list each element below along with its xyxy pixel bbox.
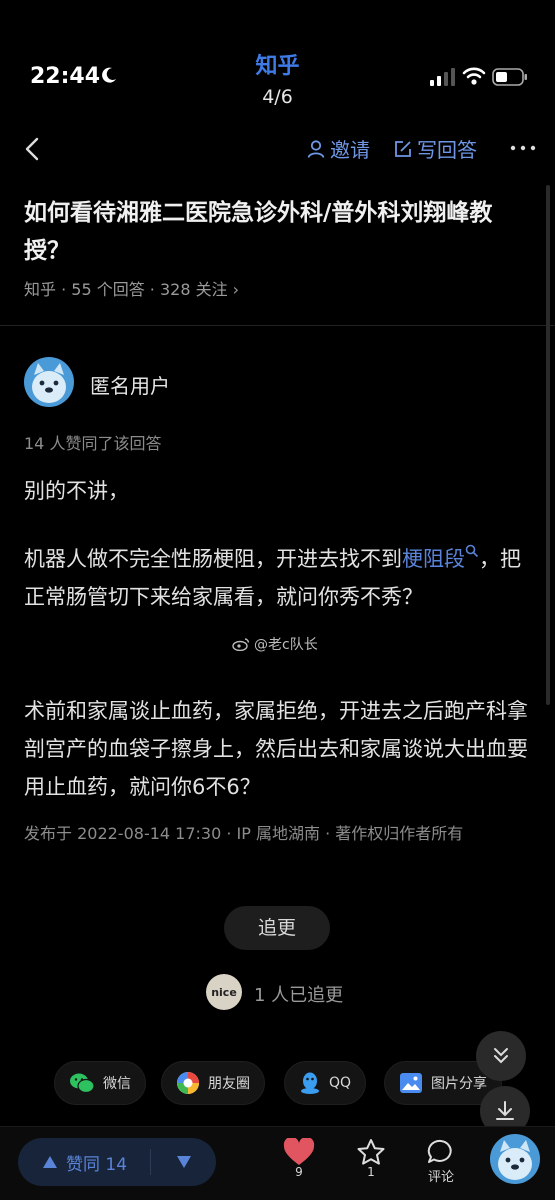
share-image-label: 图片分享 <box>431 1076 487 1092</box>
answer-paragraph-2: 机器人做不完全性肠梗阻，开进去找不到梗阻段 ，把正常肠管切下来给家属看，就问你秀不… <box>24 540 534 616</box>
upvote-icon <box>43 1156 57 1168</box>
answer-text: 机器人做不完全性肠梗阻，开进去找不到 <box>24 547 402 571</box>
upvote-button[interactable]: 赞同 14 <box>18 1150 150 1175</box>
question-meta[interactable]: 知乎 · 55 个回答 · 328 关注 › <box>24 276 239 300</box>
author-avatar[interactable] <box>24 357 74 407</box>
page-indicator: 4/6 <box>262 86 293 108</box>
share-wechat-label: 微信 <box>103 1076 131 1092</box>
anonymous-avatar-icon <box>24 357 74 407</box>
comment-label: 评论 <box>427 1170 454 1185</box>
wifi-icon <box>462 67 486 85</box>
signal-icon <box>430 68 455 86</box>
downvote-icon <box>176 1156 191 1168</box>
profile-avatar[interactable] <box>490 1134 540 1184</box>
heart-icon <box>283 1138 315 1165</box>
scrollbar[interactable] <box>546 185 550 705</box>
author-name[interactable]: 匿名用户 <box>90 370 170 399</box>
write-answer-button[interactable]: 写回答 <box>393 134 477 163</box>
invite-button[interactable]: 邀请 <box>306 134 370 163</box>
follow-update-button[interactable]: 追更 <box>224 906 330 950</box>
search-icon <box>465 544 479 558</box>
back-icon[interactable] <box>22 136 44 162</box>
publish-info: 发布于 2022-08-14 17:30 · IP 属地湖南 · 著作权归作者所… <box>24 824 464 843</box>
image-icon <box>400 1073 422 1093</box>
wechat-icon <box>70 1073 95 1094</box>
share-qq-button[interactable]: QQ <box>284 1061 367 1105</box>
like-button[interactable]: 9 <box>283 1138 315 1178</box>
divider <box>0 325 555 326</box>
favorite-count: 1 <box>367 1165 375 1179</box>
answer-paragraph-1: 别的不讲， <box>24 479 129 503</box>
question-title[interactable]: 如何看待湘雅二医院急诊外科/普外科刘翔峰教授？ <box>24 194 534 270</box>
like-count: 9 <box>295 1165 303 1179</box>
double-chevron-down-icon <box>494 1048 508 1064</box>
more-icon[interactable] <box>508 136 538 160</box>
moments-icon <box>177 1072 199 1094</box>
keyword-link[interactable]: 梗阻段 <box>402 544 479 571</box>
favorite-button[interactable]: 1 <box>356 1138 386 1178</box>
anonymous-avatar-icon <box>490 1134 540 1184</box>
watermark: @老c队长 <box>232 634 318 654</box>
share-moments-label: 朋友圈 <box>208 1076 250 1092</box>
person-icon <box>307 139 325 158</box>
edit-icon <box>395 140 411 157</box>
follow-count[interactable]: 1 人已追更 <box>254 981 343 1007</box>
keyword-link-label: 梗阻段 <box>402 547 465 571</box>
follower-avatar[interactable]: nice <box>206 974 242 1010</box>
invite-label: 邀请 <box>330 138 370 162</box>
watermark-text: @老c队长 <box>254 637 318 653</box>
weibo-icon <box>232 638 250 651</box>
comment-button[interactable]: 评论 <box>426 1138 456 1185</box>
next-answer-button[interactable] <box>476 1031 526 1081</box>
upvote-label: 赞同 14 <box>66 1154 128 1175</box>
downvote-button[interactable] <box>151 1155 216 1169</box>
share-moments-button[interactable]: 朋友圈 <box>161 1061 265 1105</box>
share-qq-label: QQ <box>329 1075 352 1091</box>
votes-summary: 14 人赞同了该回答 <box>24 434 162 453</box>
share-wechat-button[interactable]: 微信 <box>54 1061 146 1105</box>
vote-pill: 赞同 14 <box>18 1138 216 1186</box>
comment-icon <box>427 1139 452 1163</box>
write-answer-label: 写回答 <box>417 138 477 162</box>
answer-paragraph-3: 术前和家属谈止血药，家属拒绝，开进去之后跑产科拿剖宫产的血袋子擦身上，然后出去和… <box>24 699 528 799</box>
qq-icon <box>301 1072 319 1094</box>
star-icon <box>357 1139 385 1165</box>
download-icon <box>496 1101 514 1120</box>
battery-icon <box>492 68 527 86</box>
